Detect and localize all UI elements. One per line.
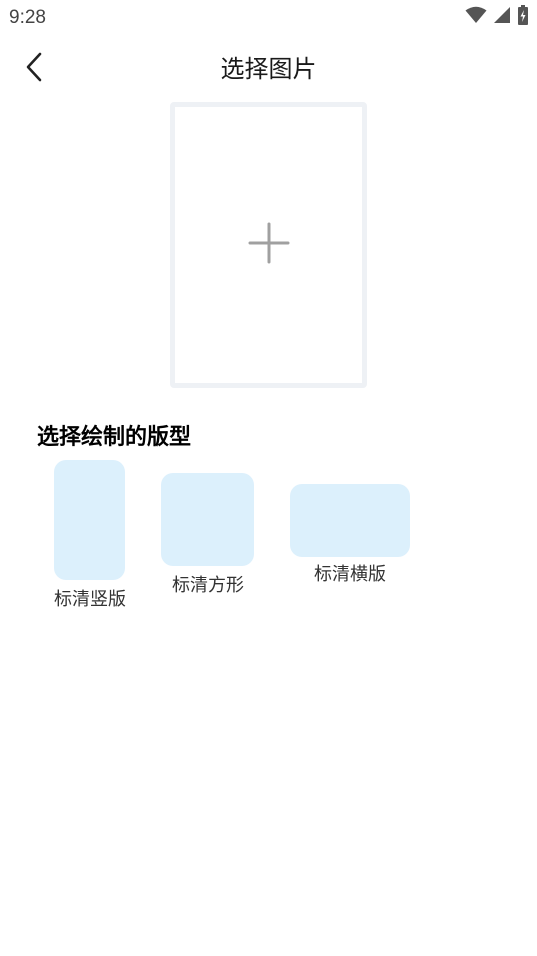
option-label: 标清横版 <box>314 564 386 585</box>
layout-option-portrait[interactable]: 标清竖版 <box>50 460 130 612</box>
status-bar: 9:28 <box>0 0 537 36</box>
status-icons <box>465 5 529 29</box>
plus-icon <box>248 222 290 268</box>
option-label: 标清方形 <box>172 575 244 596</box>
landscape-thumbnail <box>290 484 410 557</box>
square-thumbnail <box>161 473 254 566</box>
status-time: 9:28 <box>9 7 46 28</box>
option-label: 标清竖版 <box>54 589 126 610</box>
add-image-button[interactable] <box>170 102 367 388</box>
layout-option-square[interactable]: 标清方形 <box>160 473 256 599</box>
wifi-icon <box>465 6 487 28</box>
battery-charging-icon <box>517 5 529 29</box>
page-title: 选择图片 <box>220 55 317 83</box>
chevron-left-icon <box>23 52 47 86</box>
back-button[interactable] <box>18 52 52 86</box>
cell-signal-icon <box>493 6 511 28</box>
layout-option-landscape[interactable]: 标清横版 <box>288 484 412 588</box>
portrait-thumbnail <box>54 460 125 580</box>
section-title: 选择绘制的版型 <box>37 425 192 450</box>
